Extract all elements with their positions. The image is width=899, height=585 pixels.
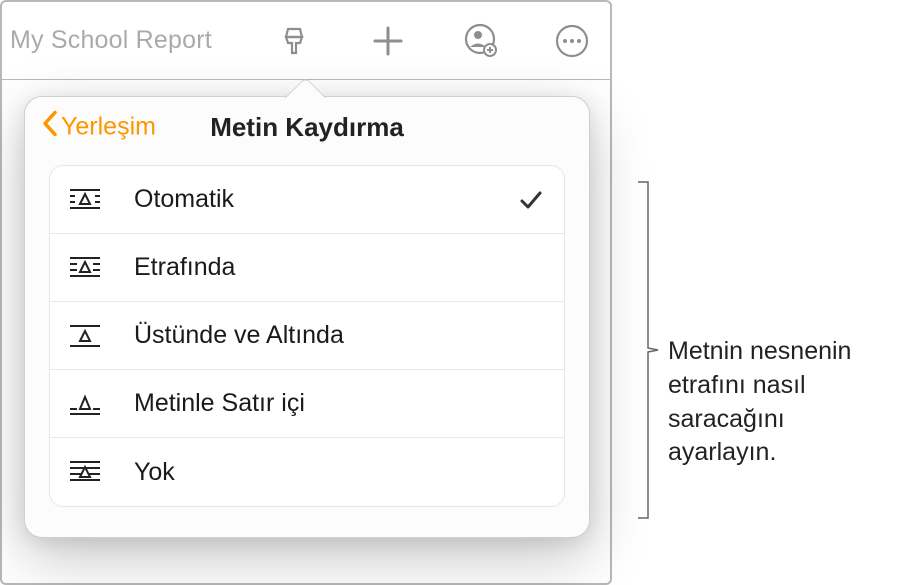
collaborate-icon[interactable] [460,21,500,61]
more-icon[interactable] [552,21,592,61]
wrap-option-around[interactable]: Etrafında [50,234,564,302]
add-icon[interactable] [368,21,408,61]
wrap-around-icon [68,255,112,281]
wrap-option-inline[interactable]: Metinle Satır içi [50,370,564,438]
chevron-left-icon [41,110,59,145]
wrap-none-icon [68,459,112,485]
callout-bracket [636,180,660,520]
document-title: My School Report [10,26,212,55]
toolbar: My School Report [2,2,610,80]
wrap-option-above-below[interactable]: Üstünde ve Altında [50,302,564,370]
wrap-above-below-icon [68,323,112,349]
option-label: Üstünde ve Altında [134,321,546,350]
option-label: Metinle Satır içi [134,389,546,418]
format-brush-icon[interactable] [276,21,316,61]
back-button[interactable]: Yerleşim [41,110,156,145]
option-label: Otomatik [134,185,516,214]
wrap-option-automatic[interactable]: Otomatik [50,166,564,234]
checkmark-icon [516,187,546,213]
wrap-inline-icon [68,391,112,417]
option-label: Yok [134,458,546,487]
toolbar-icons [276,21,592,61]
popover-title: Metin Kaydırma [210,112,404,143]
option-label: Etrafında [134,253,546,282]
text-wrap-popover: Yerleşim Metin Kaydırma Otoma [24,96,590,538]
wrap-automatic-icon [68,187,112,213]
callout-text: Metnin nesnenin etrafını nasıl saracağın… [668,335,888,470]
popover-header: Yerleşim Metin Kaydırma [25,97,589,157]
wrap-option-none[interactable]: Yok [50,438,564,506]
app-frame: My School Report [0,0,612,585]
wrap-options-list: Otomatik [49,165,565,507]
back-label: Yerleşim [61,113,156,142]
